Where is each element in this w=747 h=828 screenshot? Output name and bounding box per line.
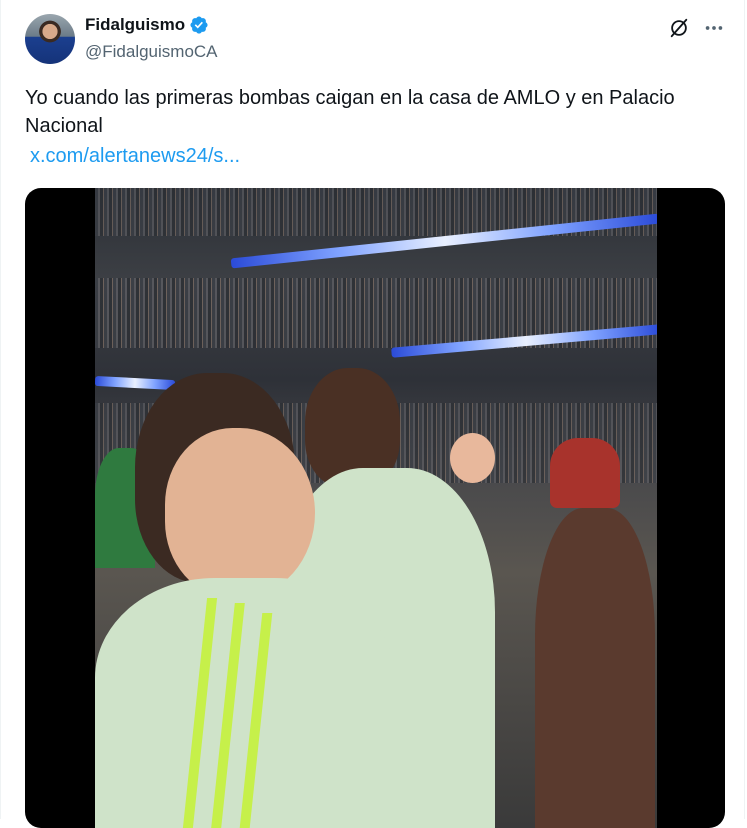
- tweet-link[interactable]: x.com/alertanews24/s...: [30, 145, 240, 168]
- fan-right-shirt: [535, 508, 655, 828]
- led-ribbon-left: [95, 375, 176, 391]
- video-frame: [95, 188, 657, 828]
- avatar[interactable]: [25, 14, 75, 64]
- author-display-name[interactable]: Fidalguismo: [85, 15, 185, 35]
- tweet-text: Yo cuando las primeras bombas caigan en …: [25, 87, 675, 137]
- tweet-card: Fidalguismo @FidalguismoCA Yo cuando las…: [0, 0, 745, 828]
- verified-badge-icon: [190, 16, 208, 34]
- fan-hands: [450, 433, 495, 483]
- author-name-row: Fidalguismo: [85, 15, 209, 35]
- fan-red-cap: [550, 438, 620, 508]
- more-icon[interactable]: [703, 17, 725, 39]
- grok-icon[interactable]: [668, 17, 690, 39]
- author-handle[interactable]: @FidalguismoCA: [85, 42, 218, 62]
- fan-front-face: [165, 428, 315, 598]
- video-player[interactable]: [25, 188, 725, 828]
